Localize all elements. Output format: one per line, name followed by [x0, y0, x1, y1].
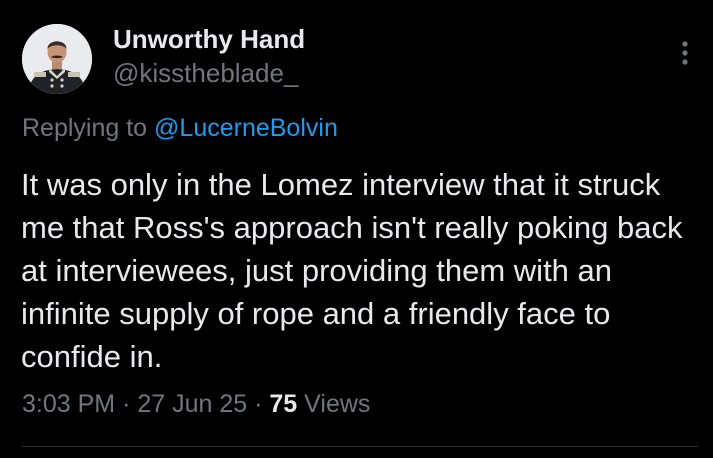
tweet-date[interactable]: 27 Jun 25	[137, 390, 247, 418]
replying-to-label: Replying to	[22, 114, 155, 142]
tweet-time[interactable]: 3:03 PM	[22, 390, 115, 418]
more-vertical-icon	[682, 41, 688, 65]
views-link[interactable]: 75 Views	[269, 390, 370, 418]
meta-separator: ·	[122, 390, 131, 418]
views-label: Views	[304, 390, 371, 418]
meta-separator: ·	[254, 390, 263, 418]
replying-to: Replying to @LucerneBolvin	[22, 114, 338, 143]
author-handle[interactable]: @kisstheblade_	[113, 58, 298, 89]
tweet: Unworthy Hand @kisstheblade_ Replying to…	[0, 0, 713, 458]
views-count: 75	[269, 390, 298, 418]
tweet-meta: 3:03 PM · 27 Jun 25 · 75 Views	[22, 390, 370, 419]
avatar-image	[22, 24, 92, 94]
more-options-button[interactable]	[666, 34, 704, 72]
reply-mention-link[interactable]: @LucerneBolvin	[154, 114, 338, 142]
tweet-text: It was only in the Lomez interview that …	[21, 167, 683, 374]
author-display-name[interactable]: Unworthy Hand	[113, 24, 305, 55]
divider	[22, 446, 698, 447]
avatar[interactable]	[22, 24, 92, 94]
